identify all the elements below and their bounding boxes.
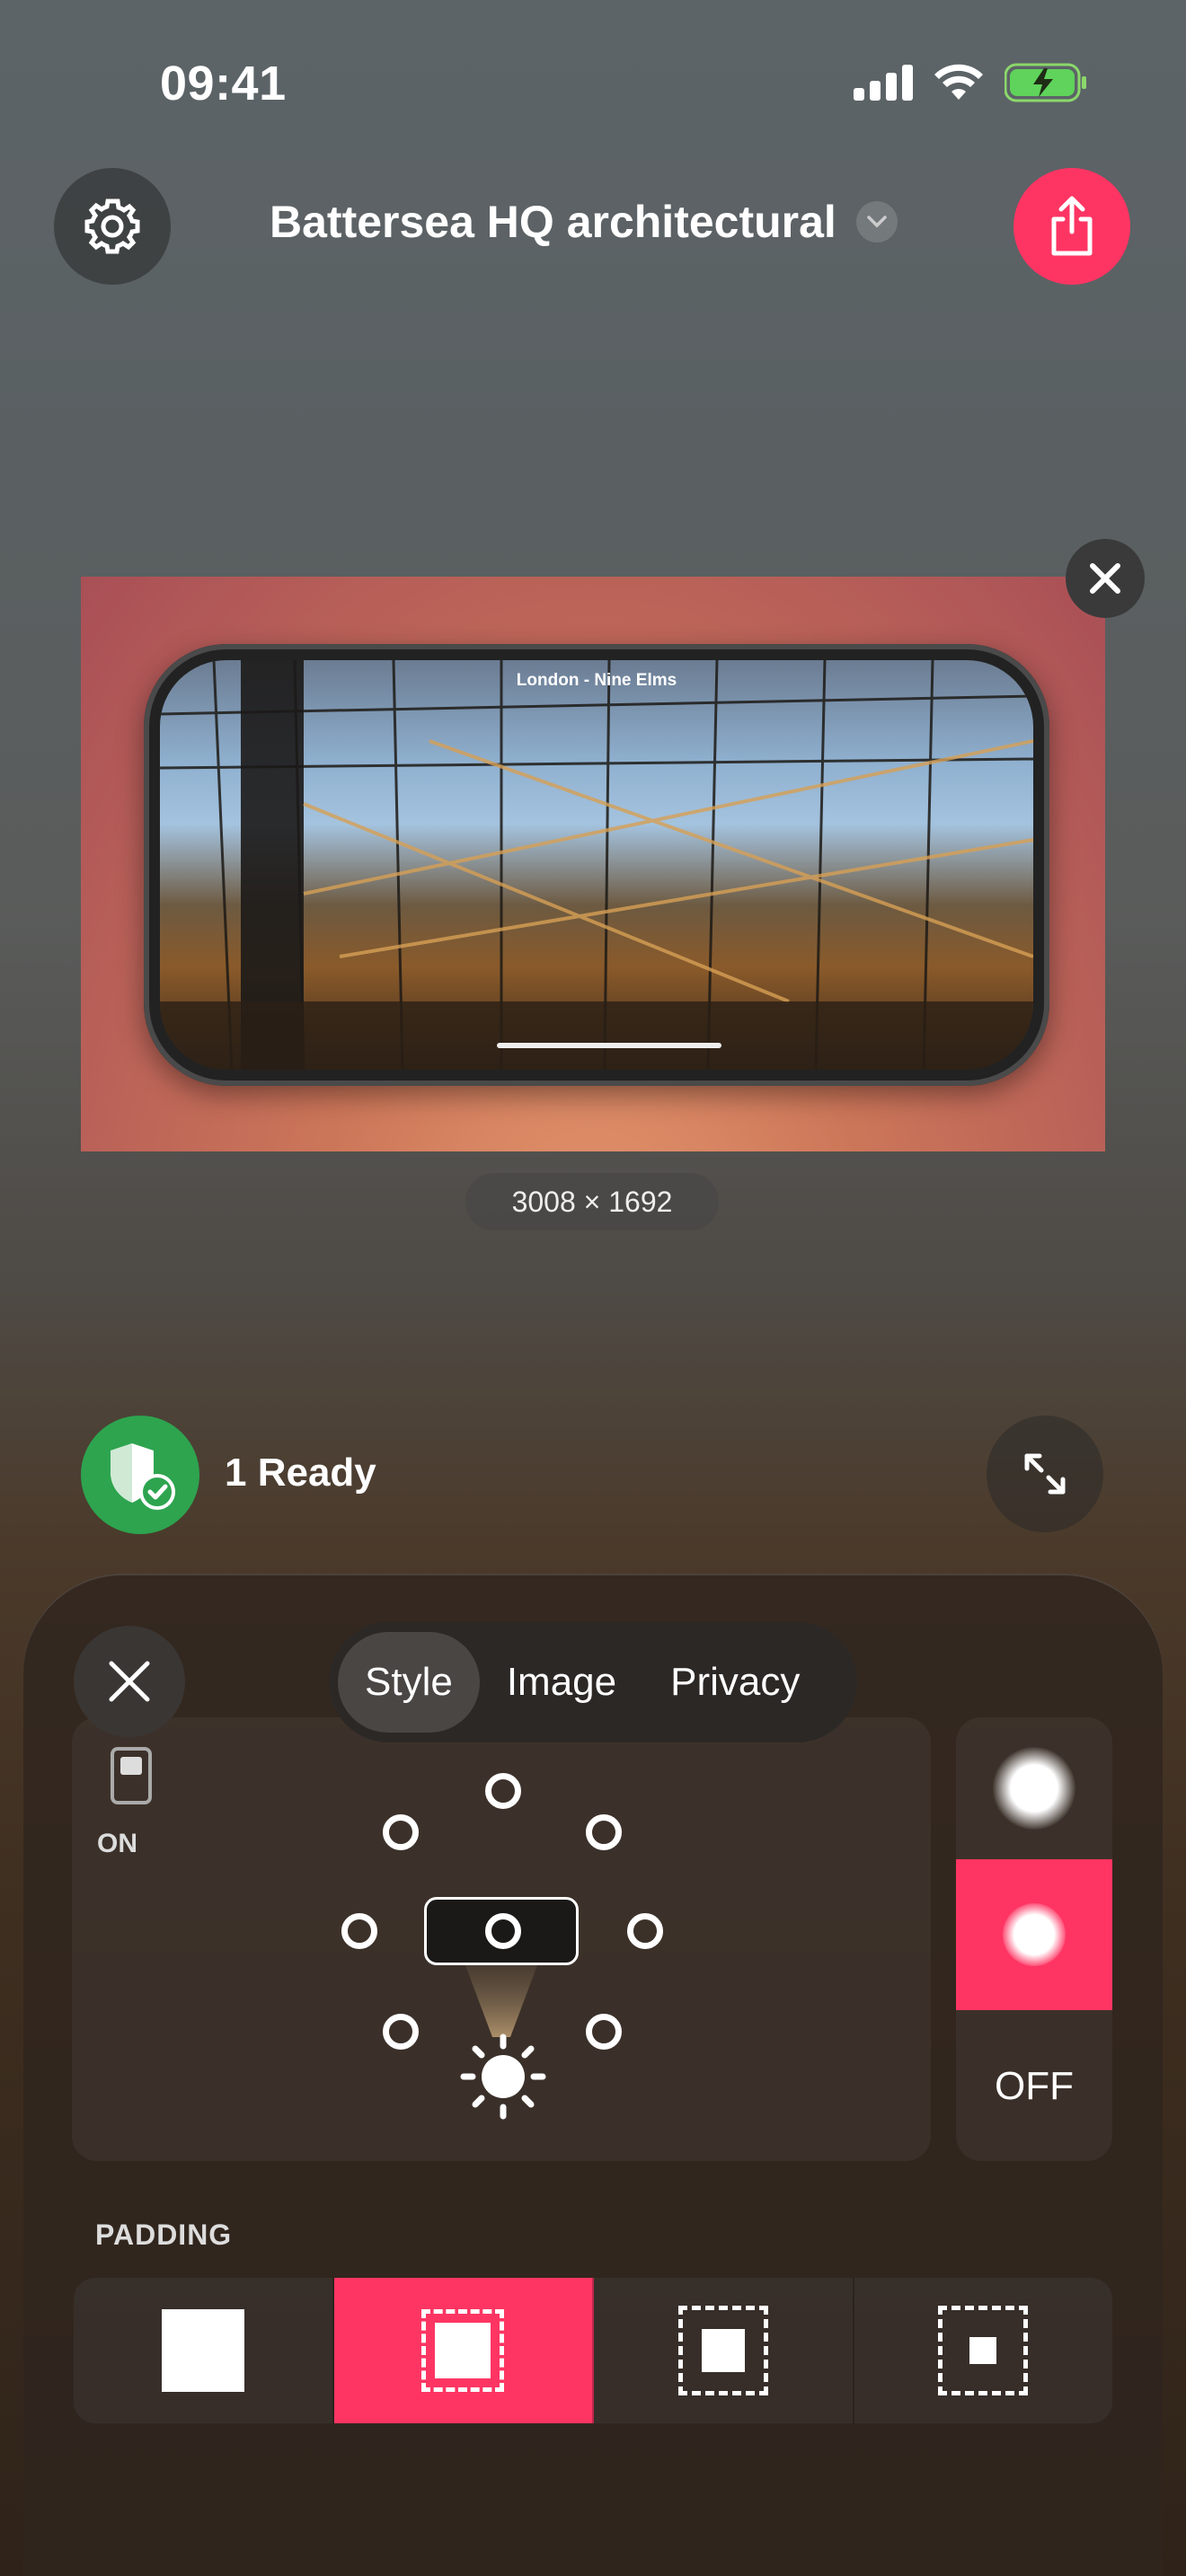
padding-large-option[interactable]	[854, 2278, 1113, 2423]
tab-bar: Style Image Privacy	[329, 1622, 857, 1742]
title-dropdown[interactable]: Battersea HQ architectural	[270, 196, 898, 248]
screenshot-image: London - Nine Elms	[160, 660, 1033, 1070]
shadow-position-bottom-left[interactable]	[383, 2014, 419, 2050]
device-frame: London - Nine Elms	[144, 644, 1049, 1086]
padding-medium-option[interactable]	[594, 2278, 854, 2423]
close-preview-button[interactable]	[1066, 539, 1145, 618]
shadow-position-center-ring	[485, 1913, 521, 1949]
ready-badge[interactable]	[81, 1416, 199, 1534]
share-button[interactable]	[1013, 168, 1130, 285]
shadow-position-top-right[interactable]	[586, 1814, 622, 1850]
sun-icon	[460, 2033, 546, 2120]
close-icon	[1090, 563, 1120, 594]
signal-icon	[854, 65, 913, 101]
expand-icon	[1024, 1453, 1066, 1495]
page-title: Battersea HQ architectural	[270, 197, 836, 247]
tab-image[interactable]: Image	[480, 1632, 643, 1733]
toggle-icon[interactable]	[110, 1746, 153, 1805]
battery-icon	[1005, 63, 1086, 102]
status-icons	[854, 63, 1087, 102]
padding-options	[74, 2278, 1112, 2423]
close-icon	[109, 1661, 150, 1702]
tab-privacy[interactable]: Privacy	[643, 1632, 827, 1733]
expand-button[interactable]	[987, 1416, 1103, 1532]
padding-small-option[interactable]	[333, 2278, 594, 2423]
toggle-label: ON	[97, 1829, 137, 1858]
settings-button[interactable]	[54, 168, 171, 285]
shadow-position-top-left[interactable]	[383, 1814, 419, 1850]
tab-style[interactable]: Style	[338, 1632, 480, 1733]
shadow-position-right[interactable]	[627, 1913, 663, 1949]
padding-medium-icon	[677, 2306, 768, 2395]
gear-icon	[84, 198, 140, 254]
soft-shadow-icon	[993, 1747, 1075, 1830]
screenshot-preview[interactable]: London - Nine Elms	[81, 577, 1105, 1151]
light-beam	[465, 1965, 537, 2037]
shadow-soft-option[interactable]	[956, 1717, 1112, 1859]
padding-none-icon	[161, 2309, 244, 2392]
status-time: 09:41	[160, 57, 287, 110]
shadow-hard-option[interactable]	[956, 1859, 1112, 2010]
shadow-position-left[interactable]	[341, 1913, 377, 1949]
padding-none-option[interactable]	[74, 2278, 334, 2423]
shield-check-icon	[111, 1443, 175, 1510]
shadow-position-top[interactable]	[485, 1773, 521, 1809]
home-indicator	[497, 1043, 721, 1048]
padding-label: PADDING	[95, 2219, 233, 2251]
padding-small-icon	[421, 2309, 505, 2392]
share-icon	[1051, 196, 1093, 256]
screenshot-title: London - Nine Elms	[516, 671, 677, 690]
shadow-off-button[interactable]: OFF	[956, 2064, 1112, 2109]
hard-shadow-icon	[1003, 1903, 1066, 1966]
chevron-down-icon	[855, 201, 898, 243]
padding-large-icon	[938, 2306, 1029, 2395]
image-dimensions: 3008 × 1692	[465, 1173, 719, 1231]
shadow-position-bottom-right[interactable]	[586, 2014, 622, 2050]
ready-count: 1 Ready	[225, 1451, 376, 1495]
close-panel-button[interactable]	[74, 1626, 185, 1737]
wifi-icon	[934, 64, 983, 100]
